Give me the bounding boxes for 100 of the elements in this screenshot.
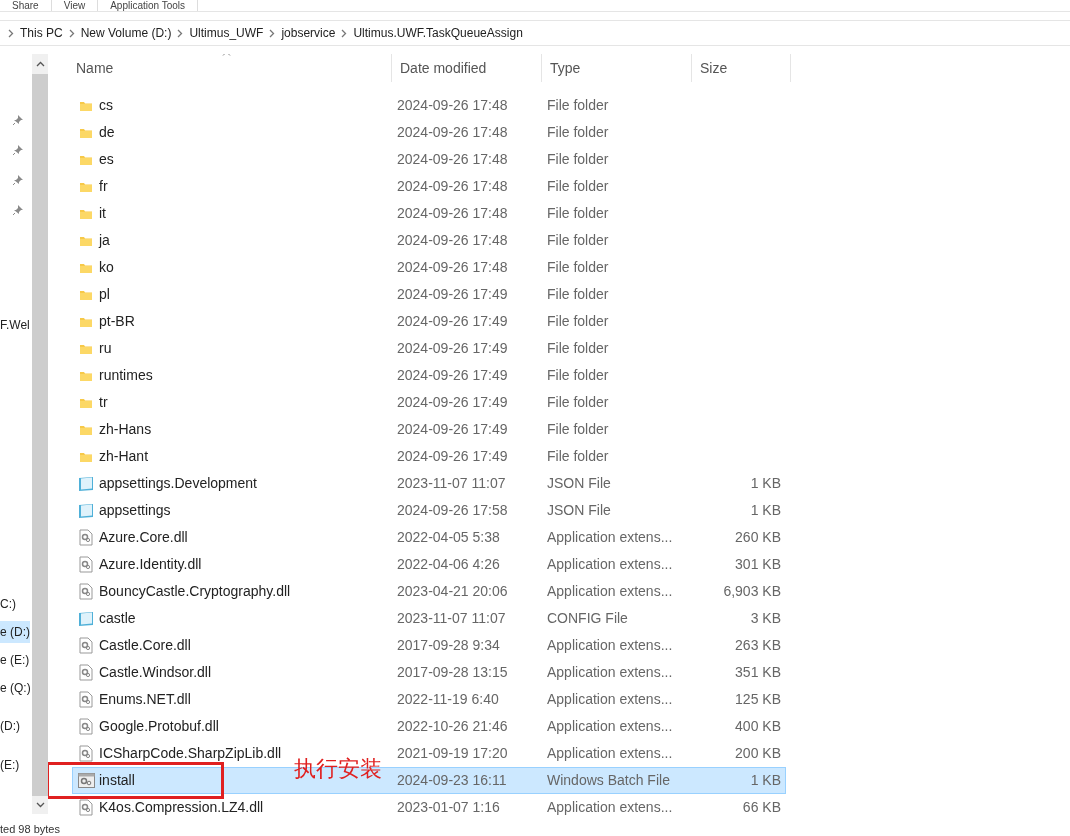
date-cell-text: 2024-09-23 16:11 bbox=[397, 771, 508, 790]
chevron-icon bbox=[68, 28, 75, 38]
nav-item[interactable]: (E:) bbox=[0, 754, 20, 776]
chevron-icon bbox=[269, 28, 276, 38]
nav-item[interactable]: (D:) bbox=[0, 715, 20, 737]
date-cell-text: 2024-09-26 17:49 bbox=[397, 393, 509, 412]
breadcrumb-item[interactable]: Ultimus_UWF bbox=[189, 24, 264, 42]
file-name: ko bbox=[99, 258, 115, 277]
file-row[interactable]: K4os.Compression.LZ4.dll 2023-01-07 1:16 Application extens... 66 KB bbox=[72, 794, 786, 821]
breadcrumb-item[interactable]: jobservice bbox=[281, 24, 336, 42]
breadcrumb-item[interactable]: This PC bbox=[20, 24, 63, 42]
file-row[interactable]: pt-BR 2024-09-26 17:49 File folder bbox=[72, 308, 786, 335]
status-text: ted 98 bytes bbox=[0, 823, 60, 835]
ribbon-tab[interactable]: Application Tools bbox=[98, 0, 199, 11]
type-cell-text: Application extens... bbox=[547, 663, 674, 682]
type-cell-text: File folder bbox=[547, 447, 610, 466]
date-cell-text: 2024-09-26 17:49 bbox=[397, 285, 509, 304]
column-header[interactable]: Type bbox=[541, 54, 691, 82]
size-cell-text: 400 KB bbox=[734, 717, 781, 736]
type-cell-text: Application extens... bbox=[547, 582, 674, 601]
file-row[interactable]: BouncyCastle.Cryptography.dll 2023-04-21 20:06 Application extens... 6,903 KB bbox=[72, 578, 786, 605]
type-cell-text: File folder bbox=[547, 339, 610, 358]
file-row[interactable]: Azure.Identity.dll 2022-04-06 4:26 Application extens... 301 KB bbox=[72, 551, 786, 578]
type-cell-text: File folder bbox=[547, 123, 610, 142]
file-name: Google.Protobuf.dll bbox=[99, 717, 220, 736]
pin-icon[interactable] bbox=[12, 204, 24, 216]
size-cell-text: 351 KB bbox=[734, 663, 781, 682]
gear-window-icon bbox=[77, 773, 95, 788]
date-cell-text: 2024-09-26 17:49 bbox=[397, 366, 509, 385]
date-cell-text: 2024-09-26 17:49 bbox=[397, 312, 509, 331]
scroll-down-icon[interactable] bbox=[35, 802, 45, 808]
breadcrumb-item[interactable]: New Volume (D:) bbox=[80, 24, 172, 42]
file-name: zh-Hant bbox=[99, 447, 150, 466]
file-row[interactable]: appsettings.Development 2023-11-07 11:07 JSON File 1 KB bbox=[72, 470, 786, 497]
file-row[interactable]: cs 2024-09-26 17:48 File folder bbox=[72, 92, 786, 119]
file-row[interactable]: fr 2024-09-26 17:48 File folder bbox=[72, 173, 786, 200]
file-row[interactable]: es 2024-09-26 17:48 File folder bbox=[72, 146, 786, 173]
gear-file-icon bbox=[79, 637, 93, 654]
file-name: castle bbox=[99, 609, 137, 628]
file-row[interactable]: Castle.Core.dll 2017-09-28 9:34 Application extens... 263 KB bbox=[72, 632, 786, 659]
file-row[interactable]: zh-Hant 2024-09-26 17:49 File folder bbox=[72, 443, 786, 470]
size-cell-text: 66 KB bbox=[741, 798, 781, 817]
file-name: Azure.Identity.dll bbox=[99, 555, 203, 574]
ribbon-tab[interactable]: Share bbox=[0, 0, 52, 11]
type-cell-text: Windows Batch File bbox=[547, 771, 671, 790]
type-cell-text: File folder bbox=[547, 393, 610, 412]
file-name: appsettings bbox=[99, 501, 172, 520]
type-cell-text: File folder bbox=[547, 258, 610, 277]
nav-item[interactable]: C:) bbox=[0, 593, 16, 615]
file-row[interactable]: castle 2023-11-07 11:07 CONFIG File 3 KB bbox=[72, 605, 786, 632]
type-cell-text: File folder bbox=[547, 420, 610, 439]
gear-file-icon bbox=[79, 529, 93, 546]
nav-item[interactable]: e (E:) bbox=[0, 649, 30, 671]
date-cell-text: 2024-09-26 17:49 bbox=[397, 447, 509, 466]
chevron-icon bbox=[8, 28, 14, 38]
breadcrumb-item[interactable]: Ultimus.UWF.TaskQueueAssign bbox=[353, 24, 523, 42]
file-row[interactable]: Google.Protobuf.dll 2022-10-26 21:46 Application extens... 400 KB bbox=[72, 713, 786, 740]
file-row[interactable]: it 2024-09-26 17:48 File folder bbox=[72, 200, 786, 227]
file-name: ICSharpCode.SharpZipLib.dll bbox=[99, 744, 283, 763]
gear-file-icon bbox=[79, 799, 93, 816]
gear-file-icon bbox=[79, 664, 93, 681]
type-cell-text: File folder bbox=[547, 177, 610, 196]
date-cell-text: 2021-09-19 17:20 bbox=[397, 744, 509, 763]
type-cell-text: Application extens... bbox=[547, 717, 674, 736]
file-row[interactable]: Enums.NET.dll 2022-11-19 6:40 Application extens... 125 KB bbox=[72, 686, 786, 713]
date-cell-text: 2024-09-26 17:48 bbox=[397, 123, 509, 142]
nav-item[interactable]: F.Wel bbox=[0, 314, 30, 336]
file-row[interactable]: Azure.Core.dll 2022-04-05 5:38 Application extens... 260 KB bbox=[72, 524, 786, 551]
type-cell-text: CONFIG File bbox=[547, 609, 629, 628]
file-name: tr bbox=[99, 393, 109, 412]
file-name: es bbox=[99, 150, 115, 169]
date-cell-text: 2023-11-07 11:07 bbox=[397, 474, 507, 493]
file-row[interactable]: tr 2024-09-26 17:49 File folder bbox=[72, 389, 786, 416]
ribbon-tab[interactable]: View bbox=[51, 0, 99, 11]
type-cell-text: File folder bbox=[547, 150, 610, 169]
scrollbar[interactable] bbox=[32, 54, 48, 814]
file-row[interactable]: zh-Hans 2024-09-26 17:49 File folder bbox=[72, 416, 786, 443]
file-row[interactable]: ja 2024-09-26 17:48 File folder bbox=[72, 227, 786, 254]
date-cell-text: 2023-11-07 11:07 bbox=[397, 609, 507, 628]
size-cell-text: 6,903 KB bbox=[722, 582, 781, 601]
gear-file-icon bbox=[79, 691, 93, 708]
file-row[interactable]: appsettings 2024-09-26 17:58 JSON File 1 KB bbox=[72, 497, 786, 524]
file-row[interactable]: ru 2024-09-26 17:49 File folder bbox=[72, 335, 786, 362]
scroll-up-icon[interactable] bbox=[35, 61, 45, 67]
column-header[interactable]: Date modified bbox=[391, 54, 541, 82]
pin-icon[interactable] bbox=[12, 144, 24, 156]
column-header[interactable]: Name bbox=[72, 54, 391, 82]
file-row[interactable]: pl 2024-09-26 17:49 File folder bbox=[72, 281, 786, 308]
file-name: ru bbox=[99, 339, 113, 358]
nav-item[interactable]: e (Q:) bbox=[0, 677, 31, 699]
date-cell-text: 2023-01-07 1:16 bbox=[397, 798, 501, 817]
file-row[interactable]: runtimes 2024-09-26 17:49 File folder bbox=[72, 362, 786, 389]
pin-icon[interactable] bbox=[12, 114, 24, 126]
pin-icon[interactable] bbox=[12, 174, 24, 186]
file-row[interactable]: de 2024-09-26 17:48 File folder bbox=[72, 119, 786, 146]
file-row[interactable]: ko 2024-09-26 17:48 File folder bbox=[72, 254, 786, 281]
gear-file-icon bbox=[79, 556, 93, 573]
nav-item[interactable]: e (D:) bbox=[0, 621, 30, 643]
file-row[interactable]: Castle.Windsor.dll 2017-09-28 13:15 Application extens... 351 KB bbox=[72, 659, 786, 686]
column-header[interactable]: Size bbox=[691, 54, 791, 82]
